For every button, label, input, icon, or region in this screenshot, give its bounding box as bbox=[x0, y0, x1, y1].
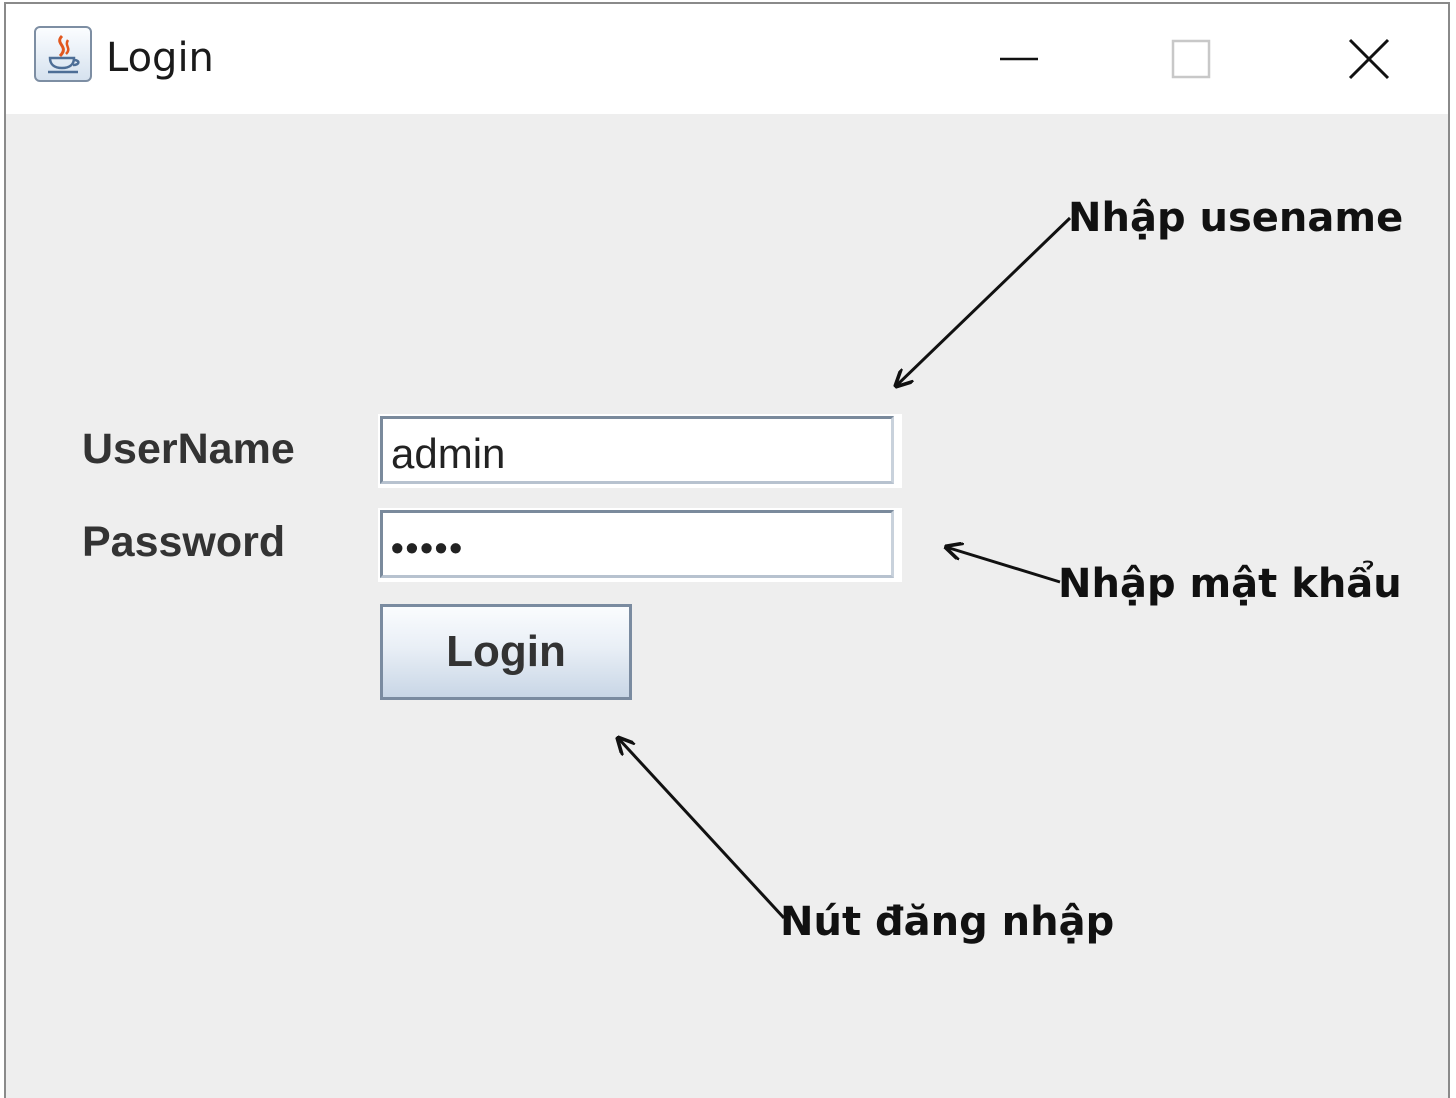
annotation-arrows bbox=[0, 216, 1072, 920]
button-annotation: Nút đăng nhập bbox=[780, 899, 1115, 945]
username-annotation: Nhập usename bbox=[1068, 195, 1404, 241]
password-annotation: Nhập mật khẩu bbox=[1058, 561, 1402, 607]
password-arrow bbox=[946, 547, 1061, 584]
button-arrow bbox=[618, 738, 786, 920]
username-arrow bbox=[896, 216, 1072, 386]
